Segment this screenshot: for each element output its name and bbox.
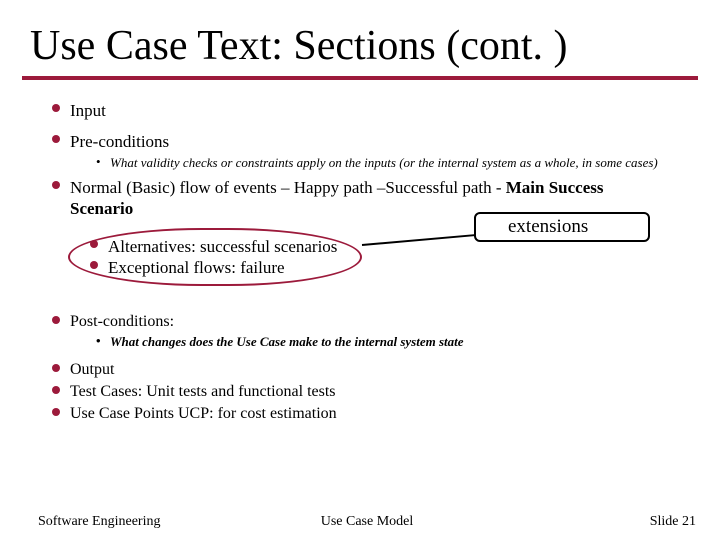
bullet-icon <box>52 181 60 189</box>
list-item: Post-conditions: <box>70 312 690 332</box>
extensions-label: extensions <box>508 216 588 237</box>
bullet-icon <box>90 261 98 269</box>
output-block: Output Test Cases: Unit tests and functi… <box>70 360 690 426</box>
item-output: Output <box>70 361 114 378</box>
footer-right-prefix: Slide <box>650 514 682 529</box>
list-item: Alternatives: successful scenarios <box>108 236 346 257</box>
footer-center: Use Case Model <box>38 514 696 530</box>
item-exceptional: Exceptional flows: failure <box>108 258 285 277</box>
slide-number: 21 <box>682 514 696 529</box>
item-postconditions: Post-conditions: <box>70 313 174 330</box>
item-tests: Test Cases: Unit tests and functional te… <box>70 383 336 400</box>
list-item: Pre-conditions <box>70 131 690 152</box>
list-item: Use Case Points UCP: for cost estimation <box>70 404 690 424</box>
extensions-label-box: extensions <box>474 212 650 242</box>
sub-item-postconditions: What changes does the Use Case make to t… <box>110 334 690 350</box>
post-block: Post-conditions: What changes does the U… <box>70 312 690 356</box>
extensions-bubble: Alternatives: successful scenarios Excep… <box>68 228 362 286</box>
item-input: Input <box>70 101 106 120</box>
content-area: Input Pre-conditions What validity check… <box>70 100 690 229</box>
item-preconditions: Pre-conditions <box>70 132 169 151</box>
title-underline <box>22 76 698 80</box>
list-item: Input <box>70 100 690 121</box>
bullet-icon <box>52 386 60 394</box>
slide: Use Case Text: Sections (cont. ) Input P… <box>0 0 720 540</box>
bullet-icon <box>52 135 60 143</box>
bullet-icon <box>52 364 60 372</box>
list-item: Test Cases: Unit tests and functional te… <box>70 382 690 402</box>
sub-item-preconditions: What validity checks or constraints appl… <box>110 155 690 171</box>
footer-right: Slide 21 <box>650 514 696 530</box>
item-alternatives: Alternatives: successful scenarios <box>108 237 337 256</box>
connector-line <box>362 234 476 246</box>
item-normal-flow-prefix: Normal (Basic) flow of events – Happy pa… <box>70 178 506 197</box>
bullet-icon <box>52 408 60 416</box>
bullet-icon <box>52 104 60 112</box>
slide-title: Use Case Text: Sections (cont. ) <box>30 22 568 70</box>
list-item: Output <box>70 360 690 380</box>
item-ucp: Use Case Points UCP: for cost estimation <box>70 405 337 422</box>
bullet-icon <box>52 316 60 324</box>
bullet-icon <box>90 240 98 248</box>
list-item: Exceptional flows: failure <box>108 257 346 278</box>
